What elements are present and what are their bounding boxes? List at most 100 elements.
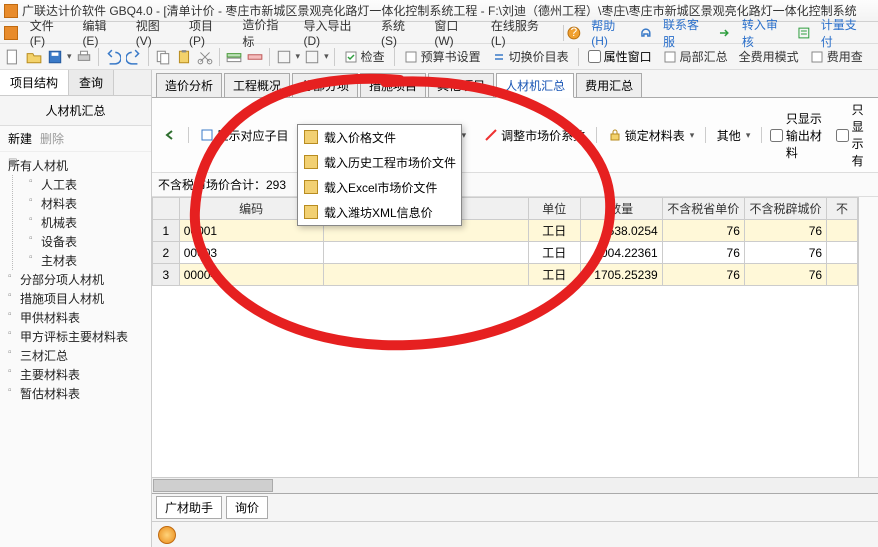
tree-item[interactable]: 材料表 — [27, 194, 145, 213]
headset-icon — [639, 26, 653, 40]
cell-unit[interactable]: 工日 — [529, 264, 580, 286]
new-button[interactable]: 新建 — [8, 130, 32, 147]
menu-window[interactable]: 窗口(W) — [428, 15, 483, 50]
budget-button[interactable]: 预算书设置 — [400, 47, 485, 66]
dropdown-item[interactable]: 载入价格文件 — [298, 125, 461, 150]
summary-button[interactable]: 局部汇总 — [659, 47, 732, 66]
tree-item[interactable]: 主要材料表 — [6, 365, 145, 384]
tree-item[interactable]: 暂估材料表 — [6, 384, 145, 403]
tree-item[interactable]: 三材汇总 — [6, 346, 145, 365]
tab-others[interactable]: 其他项目 — [428, 73, 494, 97]
cell-unknown[interactable] — [827, 220, 858, 242]
undo-icon[interactable] — [104, 48, 122, 66]
menu-bar: 文件(F) 编辑(E) 视图(V) 项目(P) 造价指标 导入导出(D) 系统(… — [0, 22, 878, 44]
delete-row-icon[interactable] — [246, 48, 264, 66]
cell-p1[interactable]: 76 — [662, 242, 744, 264]
grid[interactable]: 编码 规格型号 单位 数量 不含税省单价 不含税辟城价 不 100001工日53… — [152, 197, 878, 477]
tab-rcjhz[interactable]: 人材机汇总 — [496, 73, 574, 98]
only-output-check[interactable]: 只显示输出材料 — [766, 110, 828, 161]
cell-p1[interactable]: 76 — [662, 220, 744, 242]
lock-material-button[interactable]: 锁定材料表▾ — [601, 125, 702, 146]
switch-button[interactable]: 切换价目表 — [488, 47, 573, 66]
horizontal-scrollbar[interactable] — [152, 477, 878, 493]
cell-spec[interactable] — [323, 242, 529, 264]
menu-index[interactable]: 造价指标 — [236, 14, 295, 52]
cell-p2[interactable]: 76 — [744, 220, 826, 242]
menu-file[interactable]: 文件(F) — [24, 15, 75, 50]
cell-spec[interactable] — [323, 264, 529, 286]
tree-item[interactable]: 机械表 — [27, 213, 145, 232]
tree-item[interactable]: 措施项目人材机 — [6, 289, 145, 308]
cell-qty[interactable]: 1705.25239 — [580, 264, 662, 286]
bottom-tab-gczs[interactable]: 广材助手 — [156, 496, 222, 519]
tab-sections[interactable]: 分部分项 — [292, 73, 358, 97]
menu-contact[interactable]: 联系客服 — [657, 14, 716, 52]
cell-unknown[interactable] — [827, 242, 858, 264]
left-tab-query[interactable]: 查询 — [69, 70, 114, 95]
insert-row-icon[interactable] — [225, 48, 243, 66]
tree-item[interactable]: 甲方评标主要材料表 — [6, 327, 145, 346]
cell-qty[interactable]: 2004.22361 — [580, 242, 662, 264]
open-icon[interactable] — [25, 48, 43, 66]
menu-online[interactable]: 在线服务(L) — [485, 15, 559, 50]
menu-system[interactable]: 系统(S) — [375, 15, 426, 50]
cut-icon[interactable] — [196, 48, 214, 66]
menu-help[interactable]: 帮助(H) — [585, 15, 637, 50]
status-orb-icon — [158, 526, 176, 544]
tab-fees[interactable]: 费用汇总 — [576, 73, 642, 97]
adjust-coef-button[interactable]: 调整市场价系数 — [477, 125, 592, 146]
cell-p2[interactable]: 76 — [744, 242, 826, 264]
dropdown-item[interactable]: 载入历史工程市场价文件 — [298, 150, 461, 175]
load-price-dropdown: 载入价格文件 载入历史工程市场价文件 载入Excel市场价文件 载入潍坊XML信… — [297, 124, 462, 226]
bottom-tab-inquiry[interactable]: 询价 — [226, 496, 268, 519]
cell-p2[interactable]: 76 — [744, 264, 826, 286]
costmode-button[interactable]: 全费用模式 — [735, 47, 803, 66]
vertical-scrollbar[interactable] — [858, 197, 878, 477]
table-row[interactable]: 200003工日2004.223617676 — [153, 242, 858, 264]
copy-icon[interactable] — [154, 48, 172, 66]
redo-icon[interactable] — [125, 48, 143, 66]
tab-measures[interactable]: 措施项目 — [360, 73, 426, 97]
left-panel: 项目结构 查询 人材机汇总 新建 删除 所有人材机 人工表 材料表 机械表 设备… — [0, 70, 152, 547]
costview-button[interactable]: 费用查 — [806, 47, 867, 66]
check-button[interactable]: 检查 — [340, 47, 389, 66]
menu-paycalc[interactable]: 计量支付 — [815, 14, 874, 52]
paste-icon[interactable] — [175, 48, 193, 66]
cell-code[interactable]: 00004 — [179, 264, 323, 286]
tree-item[interactable]: 设备表 — [27, 232, 145, 251]
cell-code[interactable]: 00003 — [179, 242, 323, 264]
save-icon[interactable] — [46, 48, 64, 66]
tab-overview[interactable]: 工程概况 — [224, 73, 290, 97]
cell-unit[interactable]: 工日 — [529, 220, 580, 242]
left-tab-project[interactable]: 项目结构 — [0, 70, 69, 95]
attrwin-check[interactable]: 属性窗口 — [584, 48, 656, 65]
tree-item[interactable]: 主材表 — [27, 251, 145, 270]
new-doc-icon[interactable] — [4, 48, 22, 66]
menu-io[interactable]: 导入导出(D) — [298, 15, 374, 50]
tree-item[interactable]: 人工表 — [27, 175, 145, 194]
table-row[interactable]: 100001工日538.02547676 — [153, 220, 858, 242]
tree-item[interactable]: 分部分项人材机 — [6, 270, 145, 289]
tree-root[interactable]: 所有人材机 — [6, 156, 145, 175]
cell-qty[interactable]: 538.0254 — [580, 220, 662, 242]
only-have-check[interactable]: 只显示有 — [832, 101, 874, 169]
delete-button[interactable]: 删除 — [40, 130, 64, 147]
misc-icon[interactable] — [275, 48, 293, 66]
tree-item[interactable]: 甲供材料表 — [6, 308, 145, 327]
dropdown-item[interactable]: 载入Excel市场价文件 — [298, 175, 461, 200]
menu-review[interactable]: 转入审核 — [736, 14, 795, 52]
cell-p1[interactable]: 76 — [662, 264, 744, 286]
other-button[interactable]: 其他▾ — [710, 125, 758, 146]
back-icon[interactable] — [156, 126, 184, 144]
menu-view[interactable]: 视图(V) — [130, 15, 181, 50]
dropdown-item[interactable]: 载入潍坊XML信息价 — [298, 200, 461, 225]
table-row[interactable]: 300004工日1705.252397676 — [153, 264, 858, 286]
tab-cost-analysis[interactable]: 造价分析 — [156, 73, 222, 97]
menu-project[interactable]: 项目(P) — [183, 15, 234, 50]
cell-unit[interactable]: 工日 — [529, 242, 580, 264]
print-icon[interactable] — [75, 48, 93, 66]
misc-icon-2[interactable] — [303, 48, 321, 66]
show-child-button[interactable]: 显示对应子目 — [193, 125, 296, 146]
menu-edit[interactable]: 编辑(E) — [76, 15, 127, 50]
cell-unknown[interactable] — [827, 264, 858, 286]
